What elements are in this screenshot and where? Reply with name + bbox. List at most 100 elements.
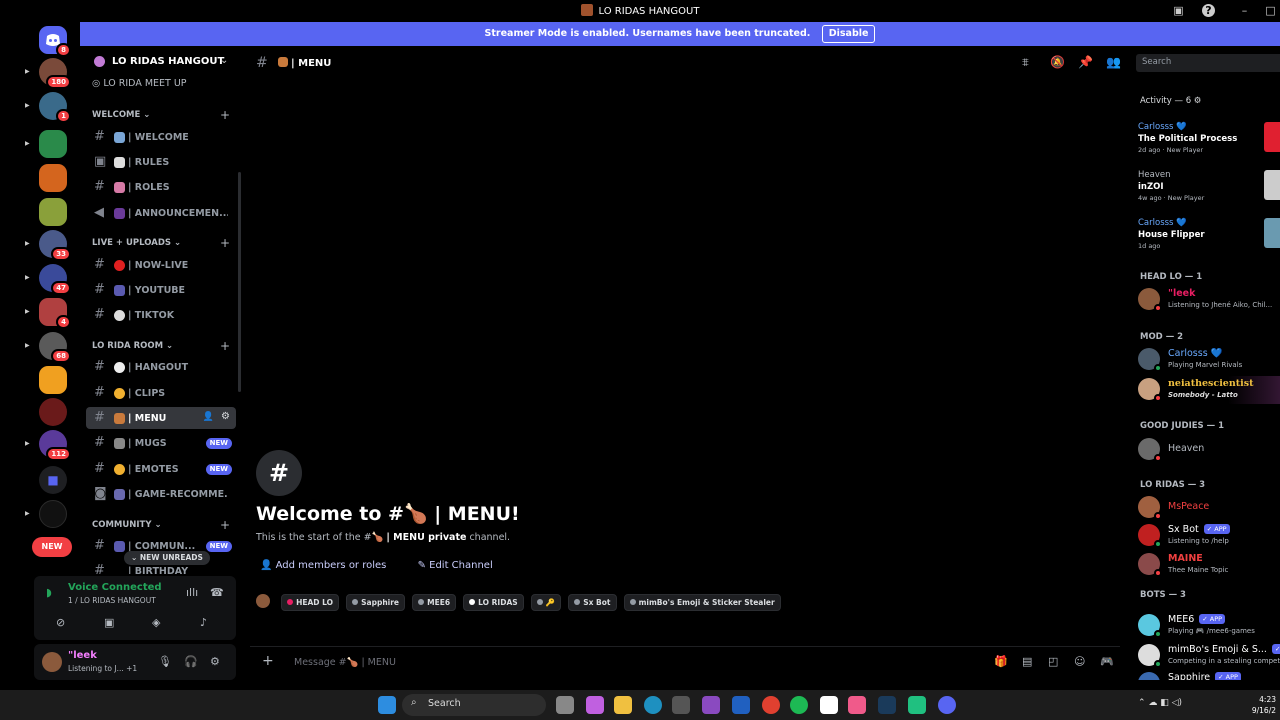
apps-icon[interactable]: 🎮 bbox=[1100, 655, 1114, 668]
event-meetup[interactable]: ◎ LO RIDA MEET UP bbox=[92, 78, 187, 89]
discord-taskbar-icon[interactable] bbox=[938, 696, 956, 714]
guild-header[interactable]: LO RIDAS HANGOUT ⌄ bbox=[80, 46, 242, 78]
member-carlosss[interactable]: Carlosss 💙 Playing Marvel Rivals bbox=[1138, 346, 1280, 374]
role-chip[interactable]: Sx Bot bbox=[568, 594, 617, 611]
member-sapphire[interactable]: Sapphire ✓ APP bbox=[1138, 670, 1280, 680]
role-chip[interactable]: MEE6 bbox=[412, 594, 457, 611]
member-leek[interactable]: "leek Listening to Jhené Aiko, Chil... bbox=[1138, 286, 1280, 314]
spotify-icon[interactable] bbox=[790, 696, 808, 714]
server-icon[interactable]: 180 bbox=[39, 58, 71, 89]
activity-icon[interactable]: ◈ bbox=[152, 616, 160, 629]
gif-icon[interactable]: ▤ bbox=[1022, 655, 1032, 668]
channel-mugs[interactable]: # | MUGS NEW bbox=[86, 432, 236, 454]
edit-channel-link[interactable]: ✎ Edit Channel bbox=[418, 560, 507, 571]
channel-clips[interactable]: # | CLIPS bbox=[86, 382, 236, 404]
soundboard-icon[interactable]: ♪ bbox=[200, 616, 207, 629]
camera-off-icon[interactable]: ⊘ bbox=[56, 616, 65, 629]
role-chip[interactable]: mimBo's Emoji & Sticker Stealer bbox=[623, 594, 781, 611]
pin-icon[interactable]: 📌 bbox=[1078, 55, 1093, 69]
gift-icon[interactable]: 🎁 bbox=[994, 655, 1008, 668]
server-icon[interactable]: 33 bbox=[39, 230, 71, 261]
server-icon[interactable] bbox=[39, 198, 67, 226]
voice-channel-name[interactable]: 1 / LO RIDAS HANGOUT bbox=[68, 596, 156, 605]
activity-card[interactable]: Carlosss 💙 House Flipper 1d ago bbox=[1138, 218, 1280, 250]
new-servers-pill[interactable]: NEW bbox=[32, 537, 72, 557]
channel-hangout[interactable]: # | HANGOUT bbox=[86, 356, 236, 378]
add-channel-icon[interactable]: + bbox=[220, 108, 230, 122]
outlook-icon[interactable] bbox=[732, 696, 750, 714]
minimize-icon[interactable]: – bbox=[1238, 4, 1251, 17]
emoji-picker-icon[interactable]: ☺ bbox=[1074, 655, 1085, 668]
microphone-icon[interactable]: 🎙 bbox=[158, 655, 172, 668]
taskbar-search[interactable]: ⌕ Search bbox=[402, 694, 546, 716]
category-community[interactable]: COMMUNITY ⌄ bbox=[92, 520, 162, 530]
gear-icon[interactable]: ⚙ bbox=[221, 411, 230, 422]
inbox-icon[interactable]: ▣ bbox=[1172, 4, 1185, 17]
channel-roles[interactable]: # | ROLES bbox=[86, 176, 236, 198]
server-icon[interactable]: 4 bbox=[39, 298, 71, 329]
windows-start-icon[interactable] bbox=[378, 696, 396, 714]
member-maine[interactable]: MAINE Thee Maine Topic bbox=[1138, 551, 1280, 579]
help-icon[interactable]: ? bbox=[1202, 4, 1215, 17]
store-icon[interactable] bbox=[672, 696, 690, 714]
clock[interactable]: 4:23 9/16/2 bbox=[1252, 694, 1276, 716]
server-icon[interactable]: 112 bbox=[39, 430, 71, 461]
tray-icons[interactable]: ⌃ ☁ ◧ ◁) bbox=[1138, 698, 1182, 708]
channel-welcome[interactable]: # | WELCOME bbox=[86, 126, 236, 148]
notifications-muted-icon[interactable]: 🔕 bbox=[1050, 55, 1065, 69]
channel-emotes[interactable]: # | EMOTES NEW bbox=[86, 458, 236, 480]
disconnect-icon[interactable]: ☎ bbox=[210, 586, 224, 599]
steam-icon[interactable] bbox=[878, 696, 896, 714]
threads-icon[interactable]: ⩨ bbox=[1022, 55, 1029, 70]
headphones-icon[interactable]: 🎧 bbox=[184, 655, 198, 668]
avatar[interactable] bbox=[42, 652, 62, 672]
server-icon[interactable] bbox=[39, 130, 67, 158]
server-icon[interactable]: 1 bbox=[39, 92, 71, 123]
gear-icon[interactable]: ⚙ bbox=[210, 655, 220, 668]
server-icon[interactable] bbox=[39, 398, 67, 426]
server-icon[interactable] bbox=[39, 500, 67, 528]
add-members-link[interactable]: 👤 Add members or roles bbox=[260, 560, 400, 571]
discord-home-icon[interactable]: 8 bbox=[39, 26, 71, 57]
member-list-icon[interactable]: 👥 bbox=[1106, 55, 1121, 69]
app-icon[interactable] bbox=[702, 696, 720, 714]
soundwave-icon[interactable]: ıllı bbox=[186, 586, 198, 599]
server-icon[interactable]: 47 bbox=[39, 264, 71, 295]
member-mee6[interactable]: MEE6 ✓ APP Playing 🎮 /mee6-games bbox=[1138, 612, 1280, 640]
role-chip[interactable]: HEAD LO bbox=[281, 594, 340, 611]
member-sx-bot[interactable]: Sx Bot ✓ APP Listening to /help bbox=[1138, 522, 1280, 550]
attach-plus-icon[interactable]: + bbox=[262, 653, 274, 669]
channel-now-live[interactable]: # | NOW-LIVE bbox=[86, 254, 236, 276]
activity-card[interactable]: Carlosss 💙 The Political Process 2d ago … bbox=[1138, 122, 1280, 154]
folder-icon[interactable]: ■ bbox=[39, 466, 67, 494]
channel-game-recommendations[interactable]: ◙ | GAME-RECOMME... bbox=[86, 483, 236, 505]
file-explorer-icon[interactable] bbox=[614, 696, 632, 714]
add-channel-icon[interactable]: + bbox=[220, 518, 230, 532]
sticker-icon[interactable]: ◰ bbox=[1048, 655, 1058, 668]
channel-youtube[interactable]: # | YOUTUBE bbox=[86, 279, 236, 301]
add-channel-icon[interactable]: + bbox=[220, 236, 230, 250]
activity-card[interactable]: Heaven inZOI 4w ago · New Player bbox=[1138, 170, 1280, 202]
category-live-uploads[interactable]: LIVE + UPLOADS ⌄ bbox=[92, 238, 181, 248]
copilot-icon[interactable] bbox=[586, 696, 604, 714]
maximize-icon[interactable]: □ bbox=[1264, 4, 1277, 17]
task-view-icon[interactable] bbox=[556, 696, 574, 714]
server-icon[interactable]: 68 bbox=[39, 332, 71, 363]
app-icon[interactable] bbox=[848, 696, 866, 714]
add-channel-icon[interactable]: + bbox=[220, 339, 230, 353]
member-heaven[interactable]: Heaven bbox=[1138, 436, 1280, 464]
member-mimbo[interactable]: mimBo's Emoji & S... ✓ APPCompeting in a… bbox=[1138, 642, 1280, 670]
member-neiathescientist[interactable]: neiathescientist Somebody - Latto bbox=[1138, 376, 1280, 404]
member-mspeace[interactable]: MsPeace bbox=[1138, 494, 1280, 522]
screen-share-icon[interactable]: ▣ bbox=[104, 616, 114, 629]
channel-menu[interactable]: # | MENU 👤 ⚙ bbox=[86, 407, 236, 429]
channel-tiktok[interactable]: # | TIKTOK bbox=[86, 304, 236, 326]
channel-rules[interactable]: ▣ | RULES bbox=[86, 151, 236, 173]
category-welcome[interactable]: WELCOME ⌄ bbox=[92, 110, 150, 120]
channel-announcements[interactable]: ◀ | ANNOUNCEMEN... bbox=[86, 202, 236, 224]
message-input[interactable] bbox=[294, 653, 914, 671]
disable-streamer-button[interactable]: Disable bbox=[821, 25, 876, 43]
category-lo-rida-room[interactable]: LO RIDA ROOM ⌄ bbox=[92, 341, 173, 351]
role-chip[interactable]: 🔑 bbox=[530, 594, 562, 611]
server-icon[interactable] bbox=[39, 164, 67, 192]
